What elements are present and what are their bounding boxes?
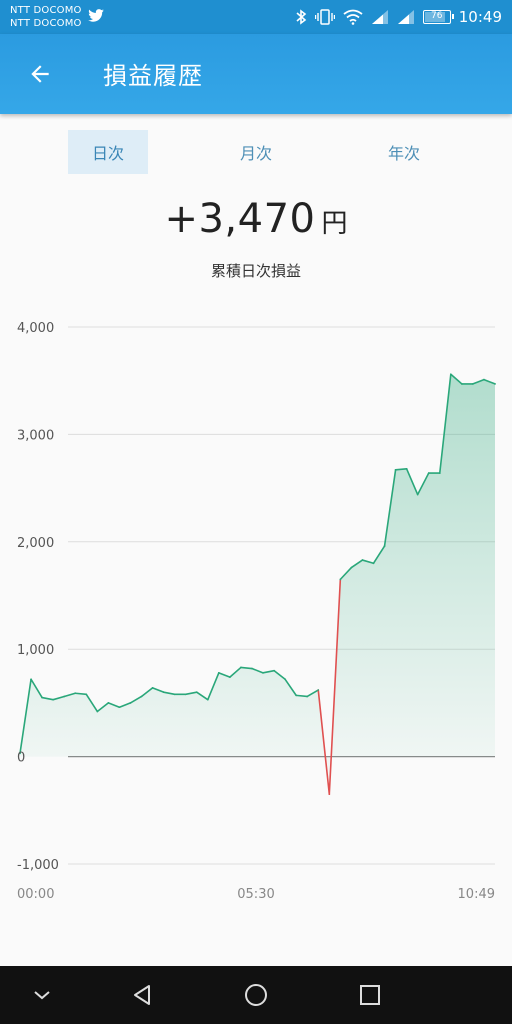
- y-tick-label: -1,000: [17, 858, 59, 873]
- series-segment: [394, 467, 408, 471]
- nav-chevron-button[interactable]: [27, 980, 57, 1010]
- profit-chart: 4,000 3,000 2,000 1,000 0 -1,000 00:00 05:30 10:…: [17, 321, 496, 902]
- data-point: [461, 383, 463, 385]
- data-point: [63, 695, 65, 698]
- data-point: [273, 669, 275, 672]
- series-segment: [240, 666, 253, 670]
- y-tick-label: 3,000: [17, 428, 54, 443]
- signal-icon: [371, 10, 388, 24]
- carrier-name: NTT DOCOMO: [10, 5, 82, 16]
- data-point: [339, 578, 342, 581]
- area-fill: [20, 374, 495, 795]
- data-point: [173, 693, 176, 696]
- data-point: [306, 695, 309, 698]
- data-point: [41, 696, 43, 699]
- data-point: [74, 692, 77, 695]
- data-point: [184, 693, 187, 696]
- data-point: [129, 702, 132, 704]
- tab-yearly[interactable]: 年次: [364, 130, 444, 174]
- data-point: [317, 689, 320, 691]
- recents-square-icon: [360, 985, 380, 1005]
- arrow-back-icon: [31, 65, 49, 83]
- bluetooth-icon: [296, 9, 307, 25]
- data-point: [162, 691, 165, 693]
- data-point: [483, 378, 485, 381]
- data-point: [218, 672, 220, 674]
- total-profit-label: 累積日次損益: [210, 262, 301, 280]
- twitter-icon: [88, 9, 104, 22]
- data-point: [30, 678, 32, 681]
- back-triangle-icon: [134, 985, 150, 1005]
- y-tick-label: 0: [17, 751, 25, 766]
- data-point: [405, 467, 408, 470]
- data-point: [96, 710, 99, 713]
- y-tick-label: 4,000: [17, 321, 54, 336]
- x-tick-label: 00:00: [17, 887, 54, 902]
- x-tick-label: 05:30: [237, 887, 274, 902]
- data-point: [85, 693, 88, 696]
- data-point: [118, 706, 121, 708]
- period-tabs: 日次 月次 年次: [0, 130, 512, 174]
- tab-monthly[interactable]: 月次: [216, 130, 296, 174]
- y-tick-label: 2,000: [17, 536, 54, 551]
- chevron-down-icon: [34, 991, 50, 1000]
- data-point: [427, 472, 430, 474]
- data-point: [195, 691, 198, 693]
- data-point: [251, 667, 253, 670]
- data-point: [372, 562, 375, 565]
- total-profit-value: +3,470: [164, 196, 316, 242]
- data-point: [361, 559, 364, 561]
- data-point: [140, 695, 143, 698]
- carrier-name-secondary: NTT DOCOMO: [10, 18, 82, 29]
- data-point: [472, 383, 474, 385]
- page-title: 損益履歴: [103, 62, 203, 90]
- data-point: [262, 672, 264, 674]
- battery-percent: 76: [431, 11, 443, 21]
- y-tick-label: 1,000: [17, 643, 54, 658]
- data-point: [450, 373, 452, 376]
- status-icons: 76 10:49: [295, 6, 502, 28]
- series-segment: [74, 692, 88, 696]
- system-nav-bar: [0, 966, 512, 1024]
- vibrate-icon: [314, 9, 335, 25]
- data-point: [416, 493, 419, 496]
- nav-back-button[interactable]: [127, 980, 157, 1010]
- data-point: [151, 687, 154, 689]
- wifi-icon: [343, 9, 363, 25]
- data-point: [240, 666, 242, 669]
- data-point: [438, 472, 441, 474]
- data-point: [394, 469, 397, 471]
- clock: 10:49: [458, 8, 502, 26]
- battery-icon: 76: [422, 10, 454, 24]
- data-point: [350, 566, 353, 569]
- data-point: [206, 698, 209, 701]
- total-profit-unit: 円: [321, 209, 348, 239]
- data-point: [229, 676, 231, 678]
- chart-area: [20, 374, 495, 795]
- data-point: [107, 702, 110, 704]
- tab-daily[interactable]: 日次: [68, 130, 148, 174]
- status-bar: NTT DOCOMO NTT DOCOMO 76 10:49: [0, 0, 512, 34]
- data-point: [328, 793, 331, 795]
- x-tick-label: 10:49: [458, 887, 495, 902]
- data-point: [383, 545, 386, 547]
- nav-home-button[interactable]: [241, 980, 271, 1010]
- series-segment: [295, 694, 309, 698]
- nav-recents-button[interactable]: [355, 980, 385, 1010]
- data-point: [494, 383, 496, 385]
- app-bar: 損益履歴: [0, 34, 512, 114]
- signal-icon: [397, 10, 414, 24]
- back-button[interactable]: [16, 54, 64, 94]
- home-circle-icon: [245, 984, 267, 1006]
- total-profit: +3,470 円: [0, 196, 512, 242]
- data-point: [295, 694, 297, 697]
- data-point: [52, 698, 54, 701]
- data-point: [284, 678, 286, 681]
